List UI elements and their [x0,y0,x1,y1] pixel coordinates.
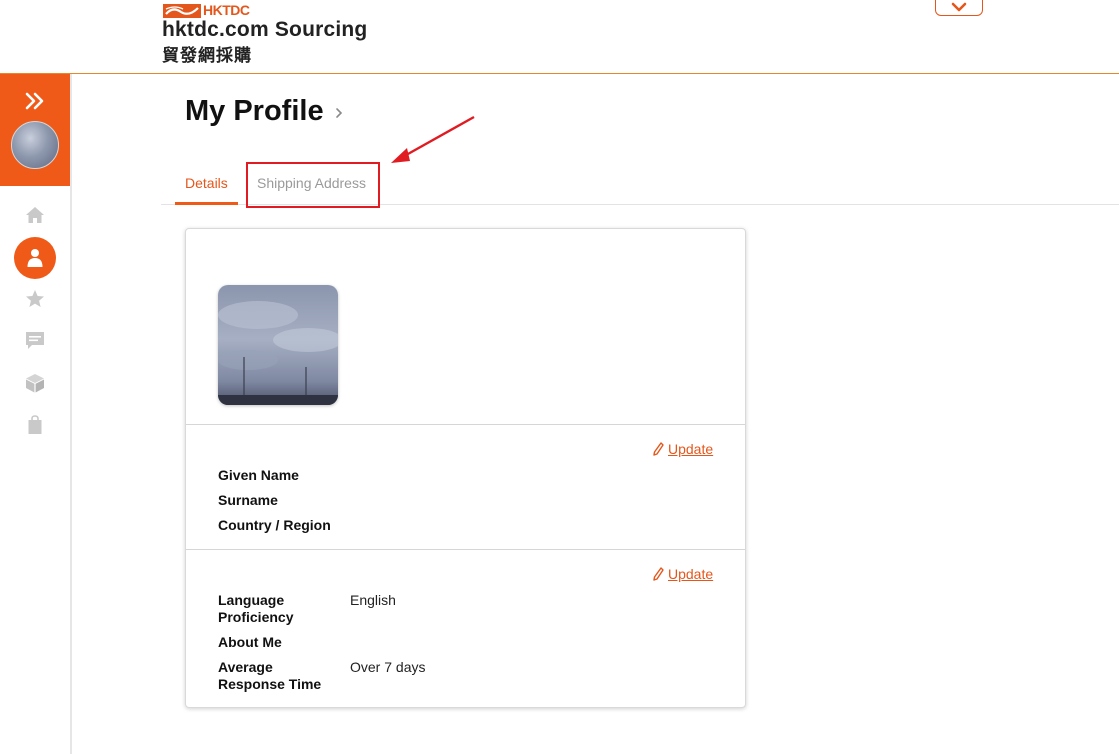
update-name-button[interactable]: Update [653,441,713,457]
sidebar-item-home[interactable] [23,203,47,227]
annotation-highlight-box [246,162,380,208]
user-icon [27,249,43,267]
sidebar-avatar[interactable] [11,121,59,169]
update-about-button[interactable]: Update [653,566,713,582]
sidebar [0,74,72,754]
hktdc-logo-icon [163,4,201,18]
org-logo-text: HKTDC [203,2,250,18]
field-value-language-proficiency: English [350,592,396,608]
annotation-arrow-icon [391,115,475,163]
field-label-about-me: About Me [218,634,282,650]
profile-photo-image [218,285,338,405]
card-divider [186,549,745,550]
tab-details[interactable]: Details [175,175,238,205]
sidebar-expand-button[interactable] [22,90,48,112]
box-icon [26,374,44,393]
field-value-average-response-time: Over 7 days [350,659,426,675]
sidebar-header [0,74,70,186]
page-title: My Profile [185,95,324,127]
sidebar-item-messages[interactable] [23,329,47,353]
field-label-surname: Surname [218,492,278,508]
pencil-icon [653,442,664,456]
chevron-down-icon [951,2,967,12]
sidebar-item-products[interactable] [23,371,47,395]
card-divider [186,424,745,425]
site-header: HKTDC hktdc.com Sourcing 貿發網採購 [0,0,1119,74]
pencil-icon [653,567,664,581]
sidebar-item-profile[interactable] [14,237,56,279]
sidebar-item-favourites[interactable] [23,287,47,311]
double-chevron-right-icon [25,92,44,110]
sidebar-item-orders[interactable] [23,413,47,437]
update-label[interactable]: Update [668,441,713,457]
profile-photo[interactable] [218,285,338,405]
star-icon [26,290,44,307]
field-label-country-region: Country / Region [218,517,331,533]
update-label[interactable]: Update [668,566,713,582]
chevron-right-icon[interactable] [334,106,344,120]
field-label-average-response-time: Average Response Time [218,659,322,692]
message-icon [26,332,44,349]
site-title-cjk: 貿發網採購 [162,46,252,66]
site-title[interactable]: hktdc.com Sourcing [162,18,367,42]
field-label-language-proficiency: Language Proficiency [218,592,294,625]
profile-card: Update Given Name Surname Country / Regi… [185,228,746,708]
header-menu-toggle[interactable] [935,0,983,16]
field-label-given-name: Given Name [218,467,299,483]
home-icon [26,207,44,223]
shopping-bag-icon [28,415,42,434]
